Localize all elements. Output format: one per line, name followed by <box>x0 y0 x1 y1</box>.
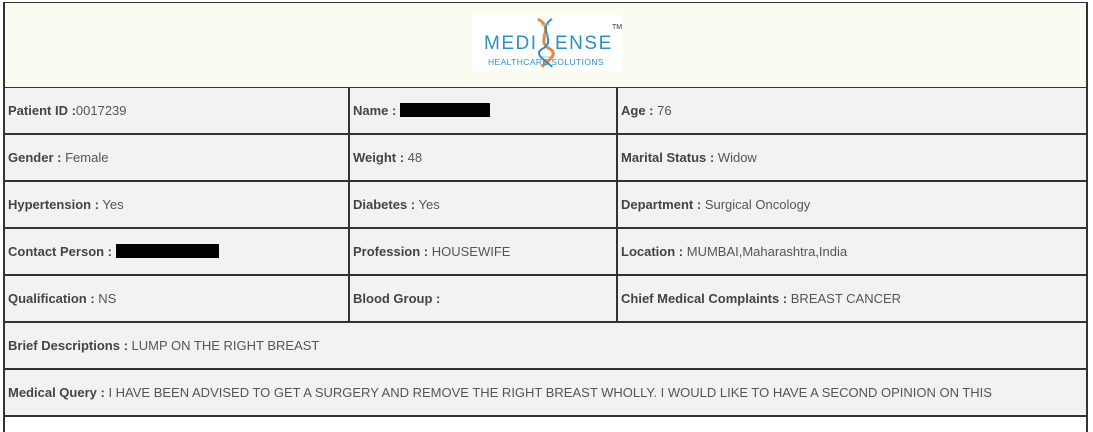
age-label: Age : <box>621 103 654 118</box>
hypertension-cell: Hypertension : Yes <box>5 182 350 227</box>
marital-status-value: Widow <box>717 150 757 165</box>
marital-status-label: Marital Status : <box>621 150 715 165</box>
blood-group-cell: Blood Group : <box>350 276 618 321</box>
name-cell: Name : <box>350 88 618 133</box>
profession-value: HOUSEWIFE <box>431 244 511 259</box>
header-banner: MEDI ENSE TM HEALTHCARE SOLUTIONS <box>5 3 1086 88</box>
medisense-logo: MEDI ENSE TM HEALTHCARE SOLUTIONS <box>472 15 622 71</box>
department-cell: Department : Surgical Oncology <box>618 182 1088 227</box>
medical-query-label: Medical Query : <box>8 385 105 400</box>
department-value: Surgical Oncology <box>704 197 811 212</box>
weight-cell: Weight : 48 <box>350 135 618 180</box>
brief-descriptions-cell: Brief Descriptions : LUMP ON THE RIGHT B… <box>5 323 1086 368</box>
qualification-cell: Qualification : NS <box>5 276 350 321</box>
diabetes-value: Yes <box>418 197 440 212</box>
department-label: Department : <box>621 197 702 212</box>
chief-complaints-label: Chief Medical Complaints : <box>621 291 788 306</box>
logo-trademark: TM <box>612 24 622 31</box>
marital-status-cell: Marital Status : Widow <box>618 135 1088 180</box>
gender-cell: Gender : Female <box>5 135 350 180</box>
table-row: Gender : Female Weight : 48 Marital Stat… <box>5 135 1086 182</box>
patient-id-label: Patient ID : <box>8 103 76 118</box>
age-cell: Age : 76 <box>618 88 1088 133</box>
table-row: Contact Person : Profession : HOUSEWIFE … <box>5 229 1086 276</box>
profession-cell: Profession : HOUSEWIFE <box>350 229 618 274</box>
patient-id-cell: Patient ID :0017239 <box>5 88 350 133</box>
hypertension-label: Hypertension : <box>8 197 100 212</box>
qualification-value: NS <box>98 291 117 306</box>
logo-brand-left: MEDI <box>484 33 538 54</box>
contact-person-label: Contact Person : <box>8 244 113 259</box>
diabetes-label: Diabetes : <box>353 197 416 212</box>
logo-brand-right: ENSE <box>555 33 613 54</box>
table-row: Qualification : NS Blood Group : Chief M… <box>5 276 1086 323</box>
contact-person-redaction <box>115 244 219 258</box>
hypertension-value: Yes <box>102 197 124 212</box>
weight-label: Weight : <box>353 150 405 165</box>
brief-descriptions-value: LUMP ON THE RIGHT BREAST <box>131 338 320 353</box>
table-row: Brief Descriptions : LUMP ON THE RIGHT B… <box>5 323 1086 370</box>
chief-complaints-value: BREAST CANCER <box>790 291 902 306</box>
profession-label: Profession : <box>353 244 429 259</box>
gender-value: Female <box>65 150 109 165</box>
gender-label: Gender : <box>8 150 62 165</box>
qualification-label: Qualification : <box>8 291 95 306</box>
location-value: MUMBAI,Maharashtra,India <box>686 244 848 259</box>
location-label: Location : <box>621 244 684 259</box>
age-value: 76 <box>657 103 672 118</box>
logo-tagline: HEALTHCARE SOLUTIONS <box>488 57 604 67</box>
table-row: Patient ID :0017239 Name : Age : 76 <box>5 88 1086 135</box>
weight-value: 48 <box>407 150 423 165</box>
table-row: Hypertension : Yes Diabetes : Yes Depart… <box>5 182 1086 229</box>
blood-group-label: Blood Group : <box>353 291 441 306</box>
diabetes-cell: Diabetes : Yes <box>350 182 618 227</box>
patient-record-table: MEDI ENSE TM HEALTHCARE SOLUTIONS Patien… <box>3 2 1088 432</box>
medical-query-value: I HAVE BEEN ADVISED TO GET A SURGERY AND… <box>108 385 992 400</box>
name-redaction <box>399 103 490 117</box>
patient-id-value: 0017239 <box>75 103 127 118</box>
name-label: Name : <box>353 103 397 118</box>
medical-query-cell: Medical Query : I HAVE BEEN ADVISED TO G… <box>5 370 1086 415</box>
brief-descriptions-label: Brief Descriptions : <box>8 338 128 353</box>
chief-complaints-cell: Chief Medical Complaints : BREAST CANCER <box>618 276 1088 321</box>
location-cell: Location : MUMBAI,Maharashtra,India <box>618 229 1088 274</box>
contact-person-cell: Contact Person : <box>5 229 350 274</box>
table-row: Medical Query : I HAVE BEEN ADVISED TO G… <box>5 370 1086 417</box>
